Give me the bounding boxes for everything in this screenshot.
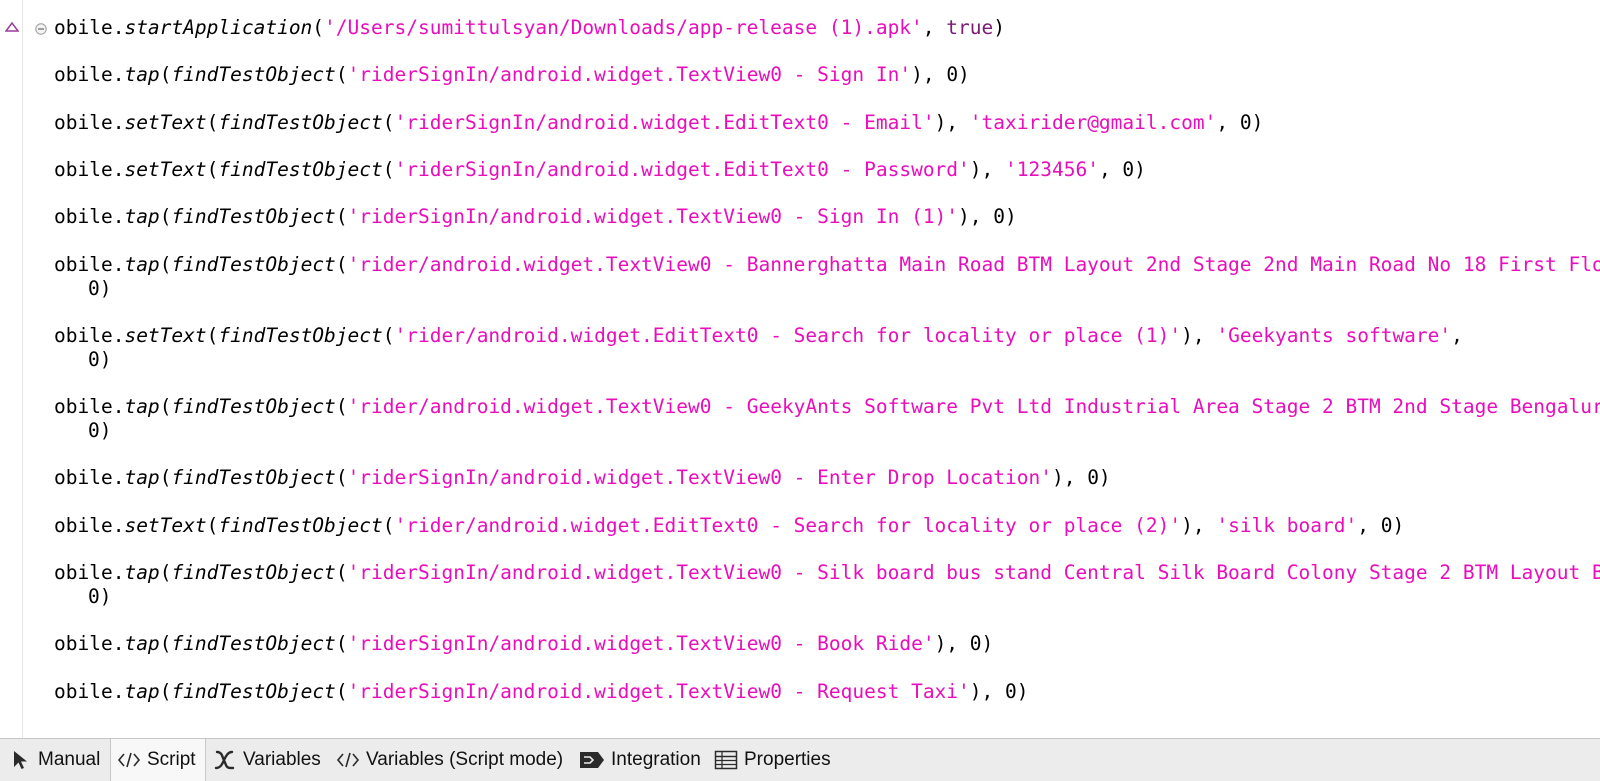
object-ref: obile. <box>54 16 125 39</box>
tab-variables[interactable]: Variables <box>213 739 321 781</box>
function-name: findTestObject <box>218 514 383 537</box>
gutter-divider <box>22 0 23 738</box>
code-line[interactable]: obile.setText(findTestObject('riderSignI… <box>54 158 1146 182</box>
string-arg: 'rider/android.widget.TextView0 - GeekyA… <box>347 395 1600 418</box>
method-name: tap <box>124 632 160 655</box>
method-name: tap <box>124 205 160 228</box>
code-line[interactable]: obile.tap(findTestObject('rider/android.… <box>54 395 1600 419</box>
code-line[interactable]: obile.tap(findTestObject('riderSignIn/an… <box>54 680 1029 704</box>
code-line[interactable]: obile.tap(findTestObject('riderSignIn/an… <box>54 466 1111 490</box>
editor-mode-tabbar: Manual Script Variables Variables (Scrip… <box>0 738 1600 781</box>
method-name: tap <box>124 253 160 276</box>
code-line[interactable]: obile.tap(findTestObject('riderSignIn/an… <box>54 63 970 87</box>
code-line[interactable]: obile.tap(findTestObject('riderSignIn/an… <box>54 561 1600 585</box>
string-arg: 'Geekyants software' <box>1216 324 1452 347</box>
pointer-icon <box>14 751 27 769</box>
function-name: findTestObject <box>171 632 336 655</box>
tab-label: Manual <box>38 749 101 770</box>
tab-label: Integration <box>611 749 701 770</box>
code-line-continuation: 0) <box>88 277 112 300</box>
function-name: findTestObject <box>171 63 336 86</box>
code-icon <box>336 752 360 768</box>
integration-icon <box>580 752 604 768</box>
function-name: findTestObject <box>218 111 383 134</box>
code-icon <box>117 752 141 768</box>
string-arg: 'rider/android.widget.EditText0 - Search… <box>394 324 1182 347</box>
string-arg: '/Users/sumittulsyan/Downloads/app-relea… <box>324 16 923 39</box>
string-arg: 'riderSignIn/android.widget.EditText0 - … <box>394 158 970 181</box>
method-name: tap <box>124 63 160 86</box>
string-arg: 'rider/android.widget.EditText0 - Search… <box>394 514 1182 537</box>
tab-manual[interactable]: Manual <box>10 739 100 781</box>
tab-properties[interactable]: Properties <box>714 739 831 781</box>
tab-variables-script-mode[interactable]: Variables (Script mode) <box>336 739 563 781</box>
tab-label: Script <box>147 749 196 770</box>
string-arg: 'riderSignIn/android.widget.TextView0 - … <box>347 63 912 86</box>
code-line-continuation: 0) <box>88 585 112 608</box>
code-line-continuation: 0) <box>88 419 112 442</box>
variables-x-icon <box>214 750 235 770</box>
script-editor[interactable]: obile.startApplication('/Users/sumittuls… <box>0 0 1600 738</box>
tab-label: Variables (Script mode) <box>366 749 564 770</box>
code-line[interactable]: obile.setText(findTestObject('riderSignI… <box>54 111 1263 135</box>
string-arg: 'riderSignIn/android.widget.TextView0 - … <box>347 680 970 703</box>
string-arg: 'riderSignIn/android.widget.TextView0 - … <box>347 466 1052 489</box>
string-arg: 'riderSignIn/android.widget.TextView0 - … <box>347 205 959 228</box>
function-name: findTestObject <box>218 324 383 347</box>
method-name: setText <box>124 514 207 537</box>
string-arg: 'taxirider@gmail.com' <box>969 111 1217 134</box>
string-arg: 'riderSignIn/android.widget.TextView0 - … <box>347 561 1600 584</box>
string-arg: 'silk board' <box>1216 514 1358 537</box>
function-name: findTestObject <box>171 253 336 276</box>
method-name: setText <box>124 111 207 134</box>
code-line[interactable]: obile.startApplication('/Users/sumittuls… <box>54 16 1005 40</box>
keyword-true: true <box>946 16 994 39</box>
table-icon <box>714 750 738 770</box>
code-line[interactable]: obile.setText(findTestObject('rider/andr… <box>54 324 1463 348</box>
method-name: startApplication <box>124 16 313 39</box>
method-name: setText <box>124 158 207 181</box>
tab-script[interactable]: Script <box>110 739 206 781</box>
method-name: tap <box>124 680 160 703</box>
function-name: findTestObject <box>171 680 336 703</box>
method-name: setText <box>124 324 207 347</box>
function-name: findTestObject <box>171 561 336 584</box>
tab-label: Properties <box>744 749 831 770</box>
tab-integration[interactable]: Integration <box>579 739 701 781</box>
tab-label: Variables <box>243 749 321 770</box>
string-arg: 'riderSignIn/android.widget.TextView0 - … <box>347 632 935 655</box>
function-name: findTestObject <box>171 466 336 489</box>
code-line-continuation: 0) <box>88 348 112 371</box>
string-arg: 'riderSignIn/android.widget.EditText0 - … <box>394 111 935 134</box>
collapse-minus-icon[interactable] <box>35 23 47 35</box>
method-name: tap <box>124 466 160 489</box>
code-line[interactable]: obile.setText(findTestObject('rider/andr… <box>54 514 1404 538</box>
method-name: tap <box>124 395 160 418</box>
code-line[interactable]: obile.tap(findTestObject('rider/android.… <box>54 253 1600 277</box>
code-line[interactable]: obile.tap(findTestObject('riderSignIn/an… <box>54 205 1017 229</box>
string-arg: '123456' <box>1005 158 1099 181</box>
function-name: findTestObject <box>171 205 336 228</box>
code-line[interactable]: obile.tap(findTestObject('riderSignIn/an… <box>54 632 993 656</box>
method-name: tap <box>124 561 160 584</box>
function-name: findTestObject <box>218 158 383 181</box>
string-arg: 'rider/android.widget.TextView0 - Banner… <box>347 253 1600 276</box>
function-name: findTestObject <box>171 395 336 418</box>
fold-triangle-icon[interactable] <box>5 20 19 34</box>
